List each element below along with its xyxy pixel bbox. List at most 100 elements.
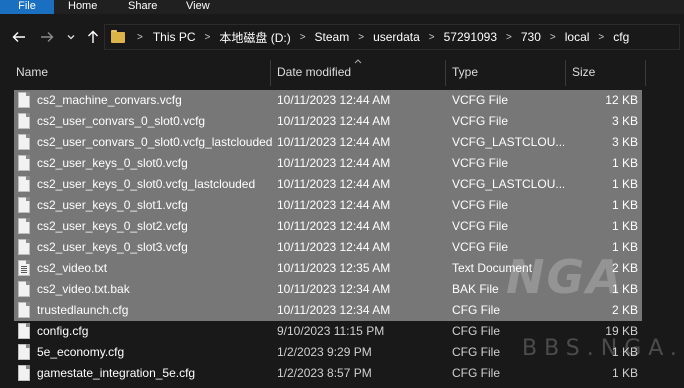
file-name: trustedlaunch.cfg [37, 303, 129, 317]
column-divider[interactable] [270, 60, 271, 86]
file-row[interactable]: cs2_video.txt.bak 10/11/2023 12:34 AM BA… [14, 279, 642, 300]
file-name: config.cfg [37, 324, 89, 338]
file-type: CFG File [452, 345, 500, 359]
file-size: 2 KB [611, 303, 638, 317]
breadcrumb-chevron-icon[interactable]: > [137, 32, 143, 43]
file-size: 1 KB [611, 282, 638, 296]
breadcrumb-chevron-icon[interactable]: > [205, 32, 211, 43]
file-name: cs2_user_keys_0_slot1.vcfg [37, 198, 188, 212]
column-divider[interactable] [565, 60, 566, 86]
file-date: 10/11/2023 12:35 AM [277, 261, 391, 275]
file-type: VCFG_LASTCLOU... [452, 135, 564, 149]
tab-share[interactable]: Share [128, 0, 157, 14]
file-icon [18, 92, 30, 108]
breadcrumb-chevron-icon[interactable]: > [550, 32, 556, 43]
file-row[interactable]: cs2_user_keys_0_slot3.vcfg 10/11/2023 12… [14, 237, 642, 258]
file-row[interactable]: cs2_user_keys_0_slot0.vcfg 10/11/2023 12… [14, 153, 642, 174]
breadcrumb-chevron-icon[interactable]: > [300, 32, 306, 43]
file-size: 1 KB [611, 345, 638, 359]
file-row[interactable]: cs2_user_keys_0_slot2.vcfg 10/11/2023 12… [14, 216, 642, 237]
file-date: 10/11/2023 12:44 AM [277, 240, 391, 254]
tab-view[interactable]: View [186, 0, 210, 14]
file-date: 10/11/2023 12:44 AM [277, 93, 391, 107]
breadcrumb-user-id[interactable]: 57291093 [444, 30, 497, 44]
breadcrumb-cfg[interactable]: cfg [613, 30, 629, 44]
file-name: cs2_user_convars_0_slot0.vcfg_lastcloude… [37, 135, 273, 149]
file-row[interactable]: cs2_user_keys_0_slot1.vcfg 10/11/2023 12… [14, 195, 642, 216]
file-name: cs2_video.txt [37, 261, 108, 275]
breadcrumb-userdata[interactable]: userdata [373, 30, 420, 44]
file-size: 19 KB [605, 324, 638, 338]
file-size: 3 KB [611, 135, 638, 149]
file-name: 5e_economy.cfg [37, 345, 125, 359]
up-arrow-icon[interactable] [84, 28, 102, 46]
file-date: 10/11/2023 12:44 AM [277, 114, 391, 128]
breadcrumb-chevron-icon[interactable]: > [598, 32, 604, 43]
file-type: BAK File [452, 282, 499, 296]
column-header-row: Name Date modified Type Size [0, 57, 684, 86]
file-icon [18, 134, 30, 150]
file-row[interactable]: cs2_user_convars_0_slot0.vcfg_lastcloude… [14, 132, 642, 153]
breadcrumb-730[interactable]: 730 [521, 30, 541, 44]
file-row[interactable]: 5e_economy.cfg 1/2/2023 9:29 PM CFG File… [14, 342, 642, 363]
file-row[interactable]: cs2_user_keys_0_slot0.vcfg_lastclouded 1… [14, 174, 642, 195]
file-size: 1 KB [611, 219, 638, 233]
chevron-down-icon[interactable] [62, 28, 80, 46]
file-date: 10/11/2023 12:34 AM [277, 282, 391, 296]
column-divider[interactable] [645, 60, 646, 86]
column-header-size[interactable]: Size [572, 65, 595, 79]
file-name: cs2_user_keys_0_slot0.vcfg [37, 156, 188, 170]
file-size: 1 KB [611, 366, 638, 380]
file-type: VCFG File [452, 93, 509, 107]
file-row[interactable]: gamestate_integration_5e.cfg 1/2/2023 8:… [14, 363, 642, 384]
breadcrumb-chevron-icon[interactable]: > [429, 32, 435, 43]
file-name: cs2_user_keys_0_slot0.vcfg_lastclouded [37, 177, 256, 191]
file-row[interactable]: trustedlaunch.cfg 10/11/2023 12:34 AM CF… [14, 300, 642, 321]
file-row[interactable]: cs2_machine_convars.vcfg 10/11/2023 12:4… [14, 90, 642, 111]
column-header-type[interactable]: Type [452, 65, 478, 79]
column-header-name[interactable]: Name [16, 65, 48, 79]
file-date: 1/2/2023 9:29 PM [277, 345, 372, 359]
tab-file[interactable]: File [0, 0, 54, 14]
file-icon [18, 113, 30, 129]
file-date: 10/11/2023 12:44 AM [277, 177, 391, 191]
file-name: gamestate_integration_5e.cfg [37, 366, 196, 380]
file-date: 10/11/2023 12:44 AM [277, 198, 391, 212]
file-size: 1 KB [611, 156, 638, 170]
breadcrumb-steam[interactable]: Steam [315, 30, 350, 44]
file-type: CFG File [452, 324, 500, 338]
ribbon-bar: File Home Share View [0, 0, 684, 14]
breadcrumb-local[interactable]: local [565, 30, 590, 44]
tab-home[interactable]: Home [68, 0, 97, 14]
file-icon [18, 302, 30, 318]
file-row[interactable]: cs2_user_convars_0_slot0.vcfg 10/11/2023… [14, 111, 642, 132]
column-divider[interactable] [445, 60, 446, 86]
column-header-date-modified[interactable]: Date modified [277, 65, 351, 79]
breadcrumb-chevron-icon[interactable]: > [506, 32, 512, 43]
file-date: 10/11/2023 12:34 AM [277, 303, 391, 317]
file-row[interactable]: config.cfg 9/10/2023 11:15 PM CFG File 1… [14, 321, 642, 342]
file-date: 10/11/2023 12:44 AM [277, 135, 391, 149]
folder-icon [111, 30, 125, 44]
file-date: 9/10/2023 11:15 PM [277, 324, 385, 338]
file-icon [18, 344, 30, 360]
file-date: 10/11/2023 12:44 AM [277, 219, 391, 233]
breadcrumb-drive-d[interactable]: 本地磁盘 (D:) [219, 29, 290, 46]
file-name: cs2_machine_convars.vcfg [37, 93, 182, 107]
forward-arrow-icon[interactable] [38, 28, 56, 46]
breadcrumb-chevron-icon[interactable]: > [358, 32, 364, 43]
file-icon [18, 239, 30, 255]
file-name: cs2_user_convars_0_slot0.vcfg [37, 114, 206, 128]
breadcrumb-this-pc[interactable]: This PC [153, 30, 196, 44]
file-type: CFG File [452, 366, 500, 380]
file-size: 1 KB [611, 240, 638, 254]
address-bar[interactable]: > This PC > 本地磁盘 (D:) > Steam > userdata… [104, 24, 680, 50]
file-size: 3 KB [611, 114, 638, 128]
back-arrow-icon[interactable] [10, 28, 28, 46]
file-row[interactable]: cs2_video.txt 10/11/2023 12:35 AM Text D… [14, 258, 642, 279]
file-type: VCFG File [452, 240, 509, 254]
file-name: cs2_user_keys_0_slot2.vcfg [37, 219, 188, 233]
file-size: 1 KB [611, 177, 638, 191]
sort-ascending-icon [354, 57, 362, 66]
file-name: cs2_video.txt.bak [37, 282, 130, 296]
